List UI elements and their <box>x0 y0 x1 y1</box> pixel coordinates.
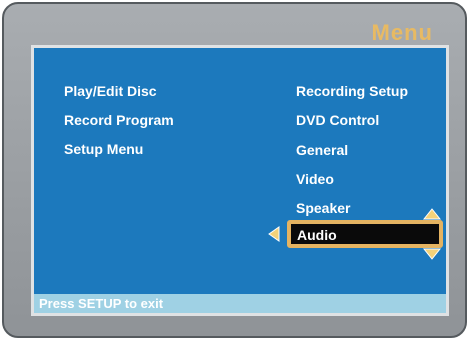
status-hint: Press SETUP to exit <box>39 296 164 311</box>
menu-frame: Menu Play/Edit Disc Record Program Setup… <box>2 2 467 338</box>
menu-item-play-edit-disc[interactable]: Play/Edit Disc <box>64 83 157 99</box>
submenu-item-audio-label: Audio <box>297 227 337 243</box>
menu-item-setup-menu[interactable]: Setup Menu <box>64 141 143 157</box>
submenu-item-video[interactable]: Video <box>296 171 334 187</box>
submenu-item-general[interactable]: General <box>296 142 348 158</box>
submenu-item-audio-selected[interactable]: Audio <box>287 220 443 248</box>
triangle-down-icon[interactable] <box>423 248 441 260</box>
submenu-item-speaker[interactable]: Speaker <box>296 200 350 216</box>
triangle-up-icon[interactable] <box>423 208 441 220</box>
menu-item-record-program[interactable]: Record Program <box>64 112 174 128</box>
submenu-item-recording-setup[interactable]: Recording Setup <box>296 83 408 99</box>
triangle-left-icon[interactable] <box>268 226 280 242</box>
menu-screen: Play/Edit Disc Record Program Setup Menu… <box>31 45 449 316</box>
menu-title: Menu <box>371 20 433 45</box>
status-bar: Press SETUP to exit <box>34 294 446 313</box>
submenu-item-dvd-control[interactable]: DVD Control <box>296 112 379 128</box>
